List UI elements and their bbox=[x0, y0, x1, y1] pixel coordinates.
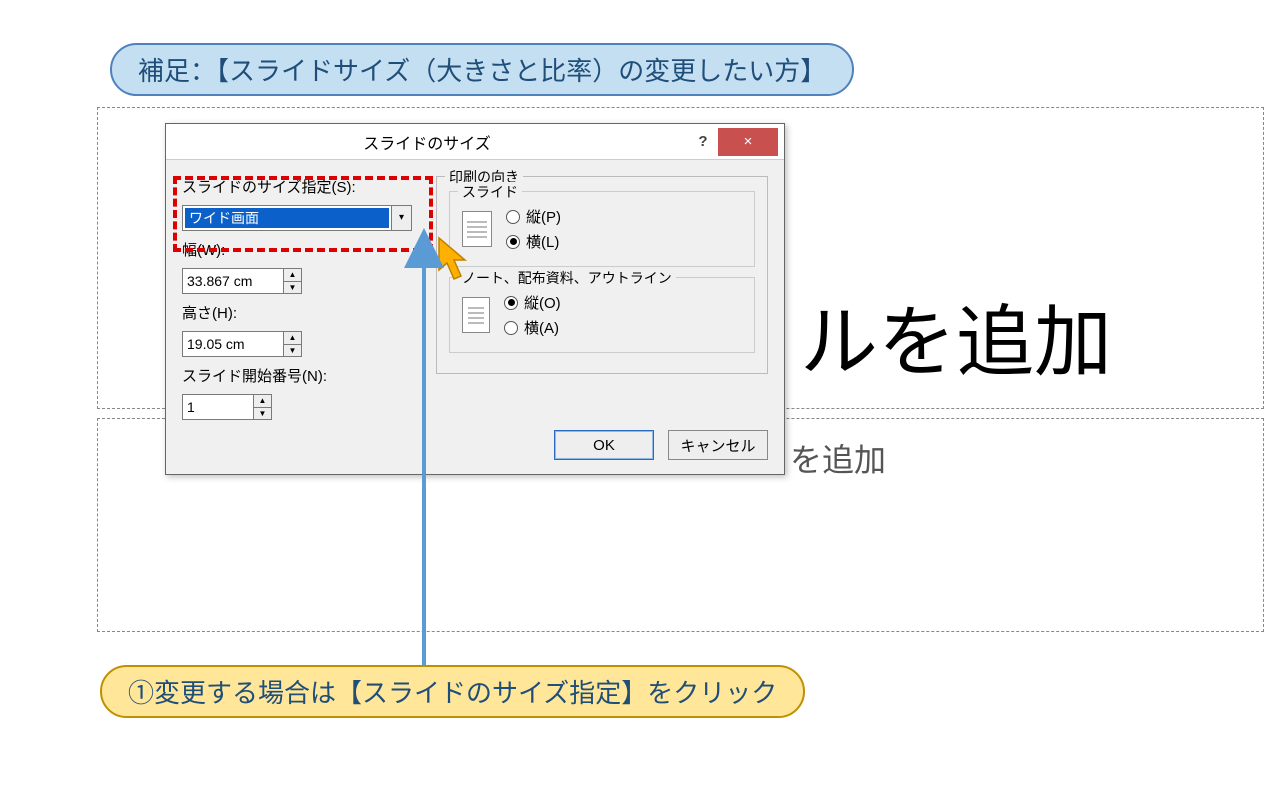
height-spinner[interactable]: ▲▼ bbox=[182, 331, 302, 357]
start-number-input[interactable] bbox=[183, 395, 253, 419]
dialog-right-column: 印刷の向き スライド 縦(P) 横(L) ノート、配布資料、アウトライン bbox=[436, 176, 768, 420]
chevron-down-icon: ▾ bbox=[399, 213, 404, 223]
spin-up[interactable]: ▲ bbox=[284, 332, 301, 345]
start-number-label: スライド開始番号(N): bbox=[182, 365, 412, 386]
spin-down[interactable]: ▼ bbox=[284, 282, 301, 294]
close-icon: × bbox=[744, 133, 753, 150]
cursor-arrow-icon bbox=[435, 236, 475, 284]
width-input[interactable] bbox=[183, 269, 283, 293]
cancel-button[interactable]: キャンセル bbox=[668, 430, 768, 460]
spin-down[interactable]: ▼ bbox=[254, 408, 271, 420]
bg-title-fragment: ルを追加 bbox=[800, 280, 1112, 392]
notes-landscape-radio[interactable]: 横(A) bbox=[504, 317, 561, 338]
dialog-titlebar: スライドのサイズ ? × bbox=[166, 124, 784, 160]
height-label: 高さ(H): bbox=[182, 302, 412, 323]
height-input[interactable] bbox=[183, 332, 283, 356]
help-button[interactable]: ? bbox=[688, 133, 718, 150]
slides-legend: スライド bbox=[458, 182, 522, 202]
close-button[interactable]: × bbox=[718, 128, 778, 156]
annotation-top: 補足：【スライドサイズ（大きさと比率）の変更したい方】 bbox=[110, 43, 854, 96]
radio-off-icon bbox=[506, 210, 520, 224]
ok-button[interactable]: OK bbox=[554, 430, 654, 460]
start-number-spinner[interactable]: ▲▼ bbox=[182, 394, 272, 420]
spin-down[interactable]: ▼ bbox=[284, 345, 301, 357]
slide-size-combo[interactable]: ワイド画面 ▾ bbox=[182, 205, 412, 231]
radio-on-icon bbox=[504, 296, 518, 310]
notes-orientation-group: ノート、配布資料、アウトライン 縦(O) 横(A) bbox=[449, 277, 755, 353]
slide-size-dialog: スライドのサイズ ? × スライドのサイズ指定(S): ワイド画面 ▾ 幅(W)… bbox=[165, 123, 785, 475]
doc-portrait-icon bbox=[462, 297, 490, 333]
combo-dropdown-button[interactable]: ▾ bbox=[391, 206, 411, 230]
bg-subtitle-fragment: を追加 bbox=[790, 435, 886, 481]
slide-landscape-radio[interactable]: 横(L) bbox=[506, 231, 561, 252]
width-label: 幅(W): bbox=[182, 239, 412, 260]
annotation-bottom: ①変更する場合は【スライドのサイズ指定】をクリック bbox=[100, 665, 805, 718]
spin-up[interactable]: ▲ bbox=[254, 395, 271, 408]
size-label: スライドのサイズ指定(S): bbox=[182, 176, 412, 197]
slide-size-value: ワイド画面 bbox=[185, 208, 389, 228]
slides-orientation-group: スライド 縦(P) 横(L) bbox=[449, 191, 755, 267]
notes-portrait-radio[interactable]: 縦(O) bbox=[504, 292, 561, 313]
spin-up[interactable]: ▲ bbox=[284, 269, 301, 282]
width-spinner[interactable]: ▲▼ bbox=[182, 268, 302, 294]
orientation-group: 印刷の向き スライド 縦(P) 横(L) ノート、配布資料、アウトライン bbox=[436, 176, 768, 374]
dialog-button-row: OK キャンセル bbox=[166, 430, 784, 474]
notes-legend: ノート、配布資料、アウトライン bbox=[458, 268, 676, 288]
radio-off-icon bbox=[504, 321, 518, 335]
dialog-title: スライドのサイズ bbox=[166, 130, 688, 154]
radio-on-icon bbox=[506, 235, 520, 249]
slide-portrait-radio[interactable]: 縦(P) bbox=[506, 206, 561, 227]
dialog-left-column: スライドのサイズ指定(S): ワイド画面 ▾ 幅(W): ▲▼ 高さ(H): ▲… bbox=[182, 176, 412, 420]
